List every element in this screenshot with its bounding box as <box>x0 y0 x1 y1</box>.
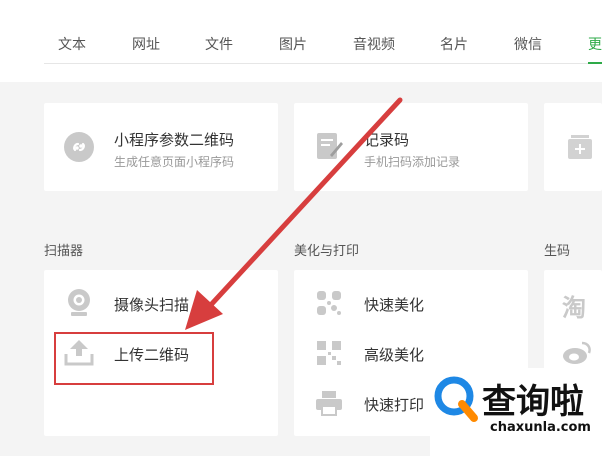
watermark: 查询啦 chaxunla.com <box>430 368 602 456</box>
brand-name: 查询啦 <box>482 382 584 422</box>
brand-domain: chaxunla.com <box>490 420 591 435</box>
brand-logo-icon <box>434 376 478 422</box>
